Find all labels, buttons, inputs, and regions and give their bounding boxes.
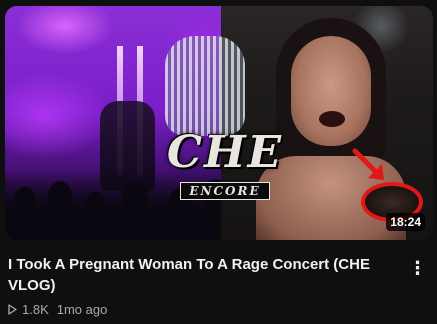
- video-card[interactable]: CHE ENCORE 18:24 I Took A Pregnant Woman…: [0, 0, 437, 324]
- play-outline-icon: [8, 303, 17, 315]
- upload-age: 1mo ago: [56, 301, 108, 317]
- logo-main-text: CHE: [166, 127, 284, 178]
- video-title[interactable]: I Took A Pregnant Woman To A Rage Concer…: [8, 254, 403, 296]
- duration-badge: 18:24: [386, 213, 425, 231]
- masked-figure-graphic: [165, 36, 245, 136]
- logo-sub-text: ENCORE: [180, 182, 270, 200]
- view-count: 1.8K: [22, 301, 49, 317]
- video-metadata: 1.8K 1mo ago: [8, 301, 107, 317]
- video-thumbnail[interactable]: CHE ENCORE 18:24: [5, 6, 433, 240]
- more-vertical-icon: ⋮: [408, 257, 428, 278]
- thumbnail-logo: CHE ENCORE: [155, 126, 295, 216]
- red-arrow-icon: [352, 148, 384, 180]
- more-options-button[interactable]: ⋮: [406, 258, 430, 278]
